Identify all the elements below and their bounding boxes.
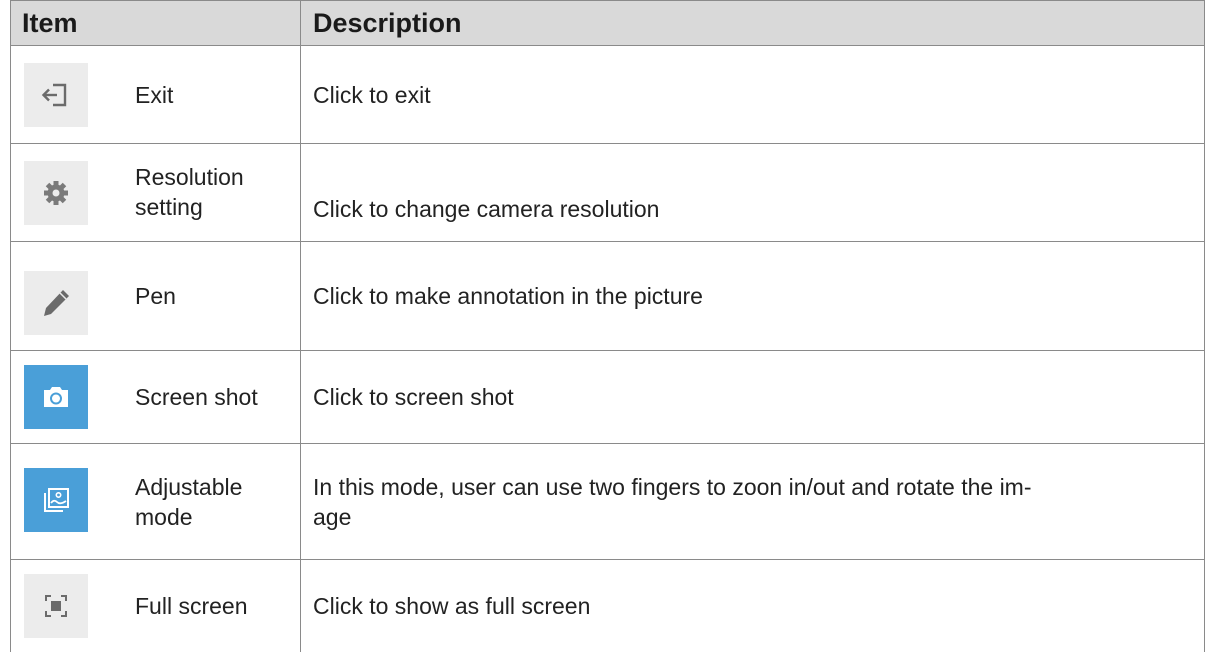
pen-icon xyxy=(24,271,88,335)
header-item: Item xyxy=(22,8,78,38)
table-row: Adjustable mode In this mode, user can u… xyxy=(10,444,1205,559)
item-description: Click to make annotation in the picture xyxy=(313,283,703,309)
item-description: Click to show as full screen xyxy=(313,593,591,619)
item-label: Adjustable mode xyxy=(135,474,243,530)
item-label: Resolution setting xyxy=(135,164,244,220)
item-label: Full screen xyxy=(135,593,248,619)
item-description: Click to screen shot xyxy=(313,384,514,410)
item-description-table: Item Description Exit Click to exit Reso… xyxy=(10,0,1205,652)
table-row: Screen shot Click to screen shot xyxy=(10,351,1205,443)
table-row: Full screen Click to show as full screen xyxy=(10,560,1205,652)
fullscreen-icon xyxy=(24,574,88,638)
header-description: Description xyxy=(313,8,462,38)
item-label: Pen xyxy=(135,283,176,309)
item-label: Screen shot xyxy=(135,384,258,410)
item-description: Click to exit xyxy=(313,81,431,108)
table-row: Pen Click to make annotation in the pict… xyxy=(10,242,1205,350)
gear-icon xyxy=(24,161,88,225)
table-row: Resolution setting Click to change camer… xyxy=(10,144,1205,241)
table-row: Exit Click to exit xyxy=(10,46,1205,143)
exit-icon xyxy=(24,63,88,127)
adjustable-image-icon xyxy=(24,468,88,532)
table-header xyxy=(11,1,1205,45)
item-label: Exit xyxy=(135,81,174,108)
camera-icon xyxy=(24,365,88,429)
item-description: In this mode, user can use two fingers t… xyxy=(313,474,1032,530)
